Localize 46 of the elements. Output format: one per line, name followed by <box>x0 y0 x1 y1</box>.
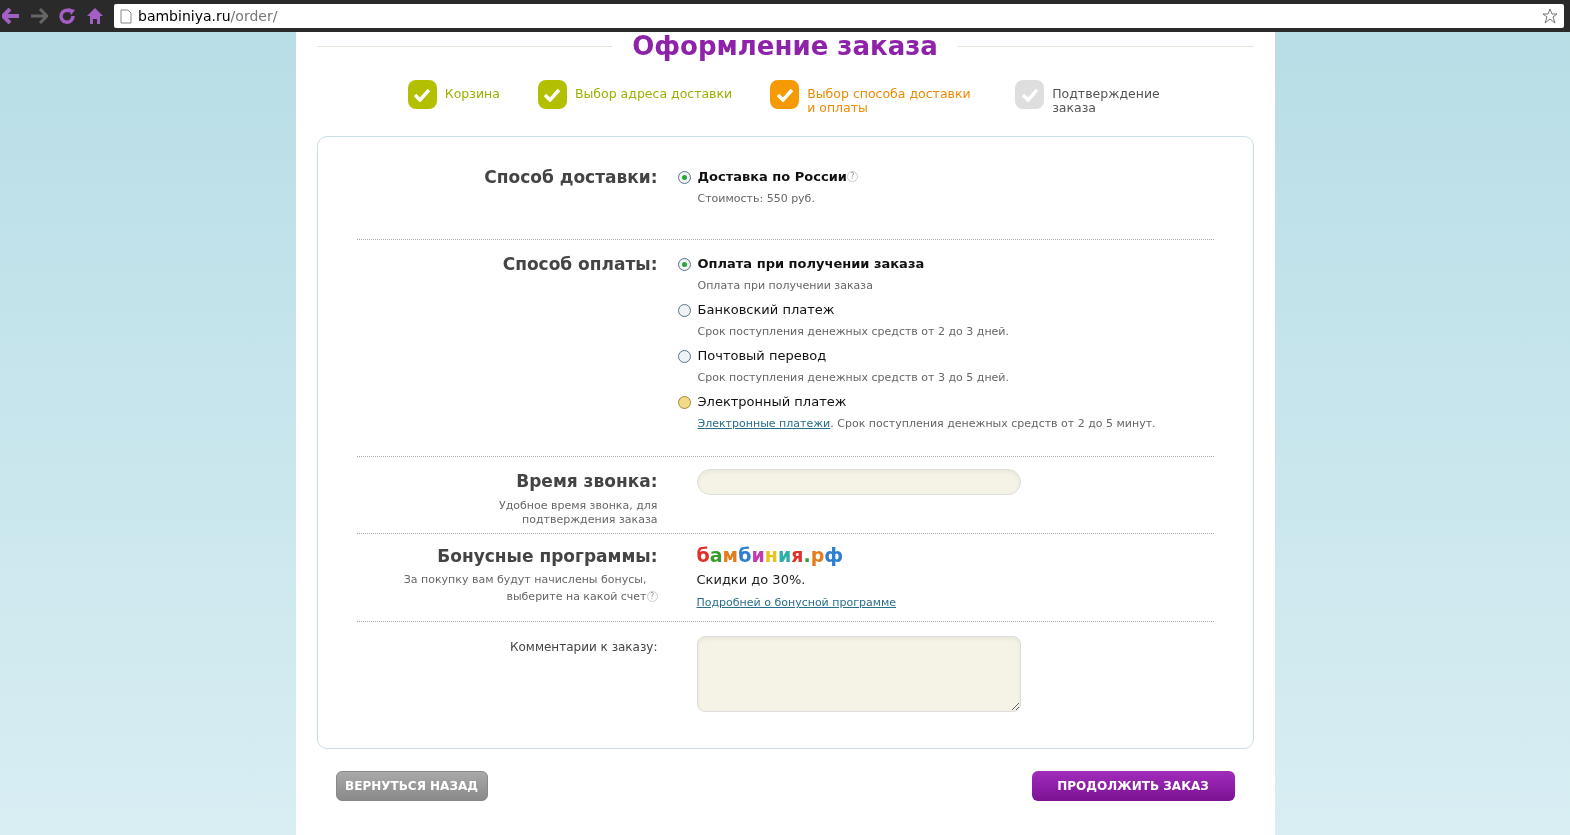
step-check-icon <box>1015 80 1045 109</box>
radio-button[interactable] <box>677 171 691 184</box>
radio-button[interactable] <box>677 350 691 363</box>
step-check-icon <box>537 80 567 109</box>
continue-order-button[interactable]: ПРОДОЛЖИТЬ ЗАКАЗ <box>1031 771 1235 801</box>
radio-button[interactable] <box>677 304 691 317</box>
step-label: Выбор способа доставки и оплаты <box>807 85 972 115</box>
logo: бамбиния.рф <box>696 543 845 566</box>
step-label: Корзина <box>444 85 500 101</box>
step-label: Выбор адреса доставки <box>574 85 733 101</box>
payment-label: Способ оплаты: <box>501 254 658 276</box>
reload-icon[interactable] <box>58 7 76 25</box>
back-arrow-icon[interactable] <box>2 8 20 24</box>
step-check-icon <box>407 80 437 109</box>
option-title: Электронный платеж <box>697 393 847 411</box>
option-title: Доставка по России <box>697 168 847 186</box>
radio-button[interactable] <box>677 258 691 271</box>
call-time-label: Время звонка: <box>515 470 658 493</box>
radio-button[interactable] <box>677 396 691 409</box>
option-note: Срок поступления денежных средств от 2 до 3 дней. <box>697 323 1009 340</box>
address-host: bambiniya.ru <box>138 7 231 24</box>
option-title: Банковский платеж <box>697 301 835 319</box>
option-title: Оплата при получении заказа <box>697 255 925 273</box>
address-bar[interactable]: bambiniya.ru/order/ <box>114 4 1564 28</box>
comment-label: Комментарии к заказу: <box>510 640 658 654</box>
bonus-hint: За покупку вам будут начислены бонусы, выберите на какой счет <box>402 572 647 605</box>
step-label: Подтверждение заказа <box>1052 85 1161 115</box>
address-path: /order/ <box>230 7 278 24</box>
home-icon[interactable] <box>86 7 104 25</box>
discount-text: Скидки до 30%. <box>696 570 807 589</box>
option-title: Почтовый перевод <box>697 347 827 365</box>
page-icon <box>120 8 132 24</box>
option-note: Срок поступления денежных средств от 3 до 5 дней. <box>697 369 1009 386</box>
option-note: Оплата при получении заказа <box>697 277 874 294</box>
comment-field[interactable] <box>696 636 1021 712</box>
bonus-programs-label: Бонусные программы: <box>436 544 658 568</box>
forward-arrow-icon[interactable] <box>30 8 48 24</box>
call-time-field[interactable] <box>696 469 1021 495</box>
option-note: Стоимость: 550 руб. <box>697 190 816 207</box>
option-note: Электронные платежи. Срок поступления денежных средств от 2 до 5 минут. <box>697 415 1156 432</box>
bonus-program-link[interactable]: Подробней о бонусной программе <box>696 596 897 609</box>
delivery-label: Способ доставки: <box>483 167 658 189</box>
page-title: Оформление заказа <box>632 33 938 59</box>
star-icon[interactable] <box>1542 8 1558 24</box>
step-check-icon <box>770 80 800 109</box>
call-time-hint: Удобное время звонка, для подтверждения заказа <box>497 498 658 527</box>
